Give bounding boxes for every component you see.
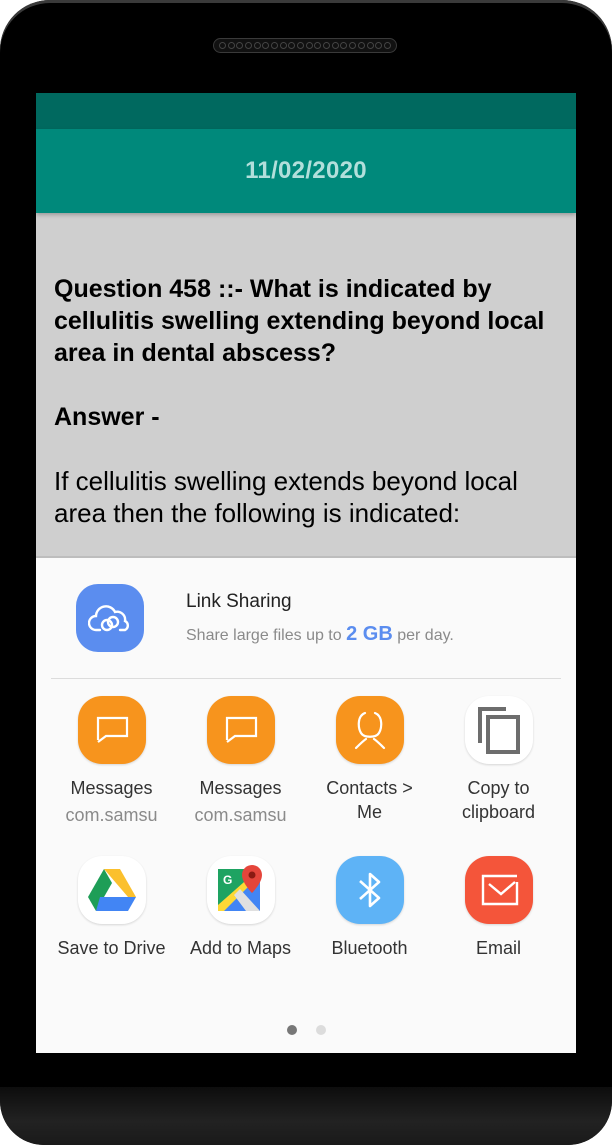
message-icon bbox=[206, 696, 275, 764]
page-indicator bbox=[36, 1025, 576, 1035]
svg-text:G: G bbox=[223, 873, 232, 887]
question-text: Question 458 ::- What is indicated by ce… bbox=[54, 275, 545, 367]
subtitle-suffix: per day. bbox=[392, 626, 454, 644]
app-label: Email bbox=[475, 938, 521, 958]
phone-chin bbox=[0, 1087, 612, 1145]
app-label: Contacts > Me bbox=[326, 778, 413, 822]
share-target-messages-1[interactable]: Messages com.samsu bbox=[47, 696, 176, 856]
app-package: com.samsu bbox=[65, 805, 158, 825]
email-icon bbox=[464, 856, 533, 924]
subtitle-prefix: Share large files up to bbox=[186, 626, 347, 644]
page-dot-2[interactable] bbox=[315, 1025, 326, 1035]
divider bbox=[51, 678, 561, 679]
speaker-grille bbox=[213, 38, 397, 53]
storage-limit: 2 GB bbox=[346, 622, 393, 645]
share-target-save-to-drive[interactable]: Save to Drive bbox=[47, 856, 176, 996]
share-target-contacts-me[interactable]: Contacts > Me bbox=[305, 696, 434, 856]
share-target-add-to-maps[interactable]: G Add to Maps bbox=[176, 856, 305, 996]
share-target-email[interactable]: Email bbox=[434, 856, 563, 996]
link-sharing-title: Link Sharing bbox=[186, 590, 292, 612]
question-content: Question 458 ::- What is indicated by ce… bbox=[36, 213, 576, 556]
app-label: Bluetooth bbox=[331, 938, 408, 958]
app-package: com.samsu bbox=[194, 805, 287, 825]
app-label: Add to Maps bbox=[189, 938, 292, 958]
answer-text: If cellulitis swelling extends beyond lo… bbox=[54, 466, 518, 528]
google-drive-icon bbox=[77, 856, 146, 924]
app-label: Copy to clipboard bbox=[461, 778, 536, 822]
status-bar bbox=[36, 93, 576, 129]
app-label: Save to Drive bbox=[57, 938, 166, 958]
cloud-link-icon bbox=[76, 584, 144, 652]
page-dot-1[interactable] bbox=[286, 1025, 297, 1035]
share-target-copy-clipboard[interactable]: Copy to clipboard bbox=[434, 696, 563, 856]
link-sharing-option[interactable]: Link Sharing Share large files up to 2 G… bbox=[36, 558, 576, 678]
answer-label: Answer - bbox=[54, 403, 160, 431]
bluetooth-icon bbox=[335, 856, 404, 924]
google-maps-icon: G bbox=[206, 856, 275, 924]
link-sharing-subtitle: Share large files up to 2 GB per day. bbox=[186, 623, 454, 646]
phone-frame: 11/02/2020 Question 458 ::- What is indi… bbox=[0, 0, 612, 1145]
message-icon bbox=[77, 696, 146, 764]
app-label: Messages bbox=[199, 778, 282, 798]
share-target-messages-2[interactable]: Messages com.samsu bbox=[176, 696, 305, 856]
app-label: Messages bbox=[70, 778, 153, 798]
contact-icon bbox=[335, 696, 404, 764]
page-title: 11/02/2020 bbox=[245, 157, 367, 184]
copy-icon bbox=[464, 696, 533, 764]
share-target-bluetooth[interactable]: Bluetooth bbox=[305, 856, 434, 996]
screen: 11/02/2020 Question 458 ::- What is indi… bbox=[36, 93, 576, 1053]
app-bar: 11/02/2020 bbox=[36, 129, 576, 213]
share-sheet: Link Sharing Share large files up to 2 G… bbox=[36, 556, 576, 1053]
